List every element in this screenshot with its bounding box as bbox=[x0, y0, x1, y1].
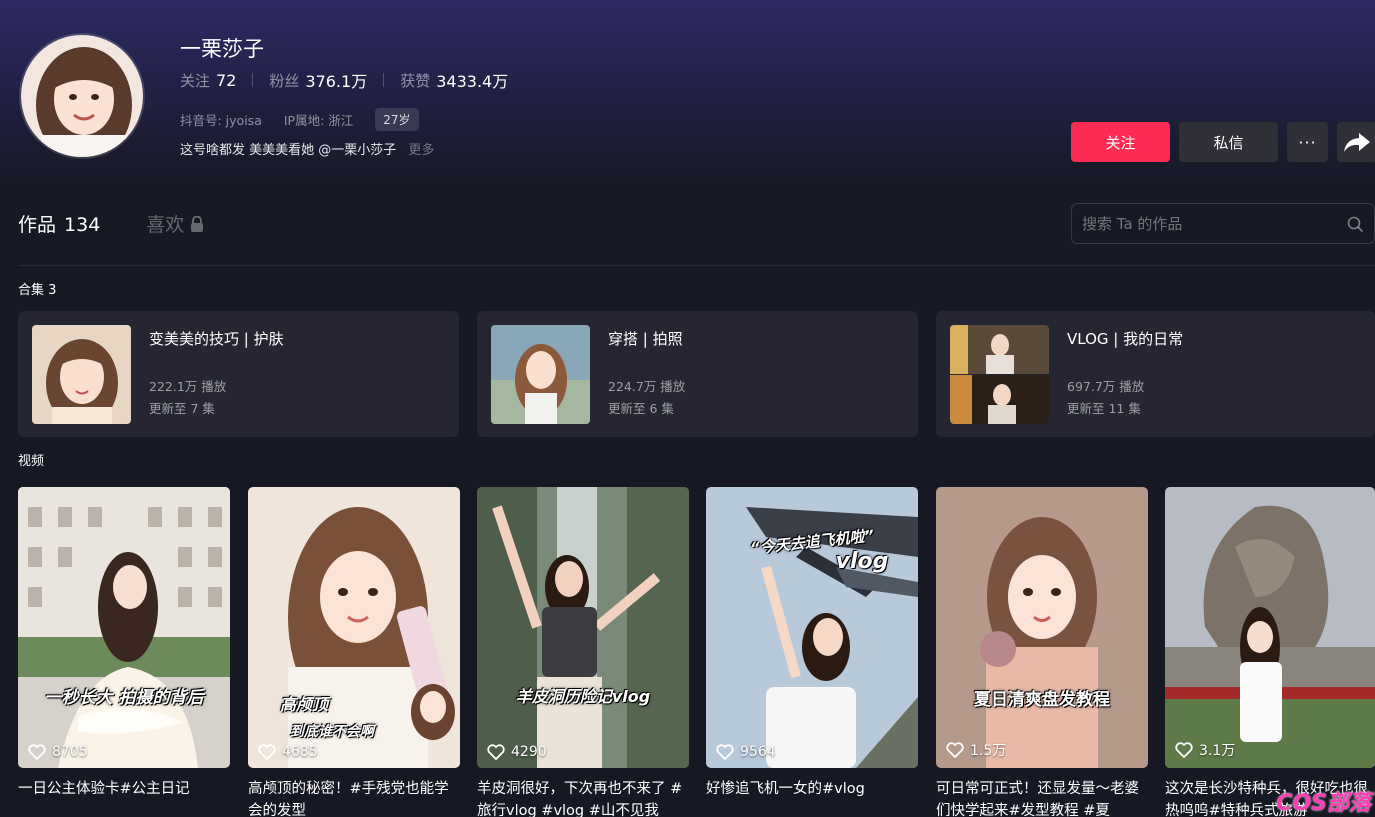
collection-card[interactable]: 变美美的技巧 | 护肤 222.1万 播放 更新至 7 集 bbox=[18, 311, 459, 437]
bio-more-link[interactable]: 更多 bbox=[408, 143, 434, 158]
profile-meta: 抖音号: jyoisa IP属地: 浙江 27岁 bbox=[180, 108, 441, 131]
collection-title: VLOG | 我的日常 bbox=[1067, 330, 1184, 348]
heart-icon bbox=[716, 744, 734, 760]
followers-label: 粉丝 bbox=[269, 71, 300, 90]
ip-location: IP属地: 浙江 bbox=[283, 113, 354, 128]
douyin-id: 抖音号: jyoisa bbox=[180, 113, 262, 128]
heart-icon bbox=[28, 744, 46, 760]
works-search[interactable] bbox=[1071, 203, 1375, 244]
profile-bio: 这号啥都发 美美美看她 @一栗小莎子 更多 bbox=[180, 139, 434, 158]
heart-icon bbox=[258, 744, 276, 760]
video-thumbnail: 3.1万 bbox=[1165, 487, 1375, 768]
video-card[interactable]: 高颅顶 到底谁不会啊 4685 高颅顶的秘密！#手残党也能学会的发型 bbox=[248, 487, 460, 817]
video-likes-count: 3.1万 bbox=[1199, 743, 1236, 759]
video-likes-count: 9564 bbox=[740, 744, 776, 760]
video-overlay-text: 羊皮洞历险记vlog bbox=[515, 687, 651, 706]
search-icon[interactable] bbox=[1347, 216, 1364, 233]
tab-works-count: 134 bbox=[64, 214, 101, 236]
video-overlay-subtext: vlog bbox=[835, 549, 889, 574]
video-caption[interactable]: 羊皮洞很好，下次再也不来了 #旅行vlog #vlog #山不见我 bbox=[477, 778, 689, 817]
message-button[interactable]: 私信 bbox=[1179, 122, 1278, 162]
video-overlay-text: 高颅顶 bbox=[279, 695, 328, 714]
video-card[interactable]: 羊皮洞历险记vlog 4290 羊皮洞很好，下次再也不来了 #旅行vlog #v… bbox=[477, 487, 689, 817]
following-count: 72 bbox=[216, 70, 237, 90]
collection-plays: 222.1万 播放 bbox=[149, 379, 227, 394]
heart-icon bbox=[946, 742, 964, 758]
video-likes: 4290 bbox=[487, 744, 547, 760]
followers-stat[interactable]: 粉丝 376.1万 bbox=[269, 68, 367, 92]
follow-button[interactable]: 关注 bbox=[1071, 122, 1170, 162]
lock-icon bbox=[191, 215, 204, 232]
video-card[interactable]: “今天去追飞机啦” vlog 9564 好惨追飞机一女的#vlog bbox=[706, 487, 918, 817]
tab-likes-label: 喜欢 bbox=[146, 214, 185, 236]
video-likes-count: 1.5万 bbox=[970, 743, 1007, 759]
share-icon bbox=[1344, 133, 1370, 152]
video-card[interactable]: 夏日清爽盘发教程 1.5万 可日常可正式！还显发量～老婆们快学起来#发型教程 #… bbox=[936, 487, 1148, 817]
collection-plays: 224.7万 播放 bbox=[608, 379, 686, 394]
stat-divider bbox=[383, 73, 385, 87]
more-options-button[interactable]: ··· bbox=[1287, 122, 1328, 162]
likes-label: 获赞 bbox=[400, 71, 431, 90]
collection-thumbnail bbox=[950, 325, 1049, 424]
following-stat[interactable]: 关注 72 bbox=[180, 70, 236, 91]
likes-count: 3433.4万 bbox=[436, 72, 509, 91]
video-overlay-text: 一秒长大 拍摄的背后 bbox=[44, 688, 204, 708]
tab-works[interactable]: 作品 134 bbox=[18, 210, 100, 237]
collection-thumbnail bbox=[491, 325, 590, 424]
video-caption[interactable]: 可日常可正式！还显发量～老婆们快学起来#发型教程 #夏 bbox=[936, 778, 1148, 817]
video-thumbnail: 夏日清爽盘发教程 1.5万 bbox=[936, 487, 1148, 768]
profile-tabs: 作品 134 喜欢 bbox=[18, 210, 204, 237]
profile-name: 一栗莎子 bbox=[180, 37, 264, 61]
watermark-logo: COS部落 bbox=[1276, 791, 1371, 816]
collections-heading: 合集 3 bbox=[18, 283, 57, 298]
tab-likes[interactable]: 喜欢 bbox=[146, 210, 204, 237]
video-overlay-subtext: 到底谁不会啊 bbox=[290, 724, 374, 740]
video-card[interactable]: 一秒长大 拍摄的背后 8705 一日公主体验卡#公主日记 bbox=[18, 487, 230, 817]
tab-works-label: 作品 bbox=[18, 214, 57, 236]
likes-stat: 获赞 3433.4万 bbox=[400, 68, 508, 92]
videos-heading: 视频 bbox=[18, 454, 45, 469]
video-caption[interactable]: 高颅顶的秘密！#手残党也能学会的发型 bbox=[248, 778, 460, 817]
video-likes: 8705 bbox=[28, 744, 88, 760]
profile-stats: 关注 72 粉丝 376.1万 获赞 3433.4万 bbox=[180, 68, 508, 92]
profile-header-background bbox=[0, 0, 1375, 190]
collection-updated: 更新至 6 集 bbox=[608, 401, 674, 416]
collection-card[interactable]: VLOG | 我的日常 697.7万 播放 更新至 11 集 bbox=[936, 311, 1375, 437]
share-button[interactable] bbox=[1337, 122, 1375, 162]
collection-thumbnail bbox=[32, 325, 131, 424]
collection-title: 穿搭 | 拍照 bbox=[608, 330, 683, 348]
video-caption[interactable]: 一日公主体验卡#公主日记 bbox=[18, 778, 230, 817]
video-likes: 3.1万 bbox=[1175, 740, 1235, 760]
heart-icon bbox=[487, 744, 505, 760]
stat-divider bbox=[252, 73, 254, 87]
video-likes-count: 8705 bbox=[52, 744, 88, 760]
collection-updated: 更新至 7 集 bbox=[149, 401, 215, 416]
video-likes-count: 4685 bbox=[282, 744, 318, 760]
section-divider bbox=[18, 265, 1375, 266]
collection-updated: 更新至 11 集 bbox=[1067, 401, 1141, 416]
video-likes: 9564 bbox=[716, 744, 776, 760]
age-badge: 27岁 bbox=[375, 108, 419, 131]
video-card[interactable]: 3.1万 这次是长沙特种兵，很好吃也很热呜呜#特种兵式旅游 bbox=[1165, 487, 1375, 817]
search-input[interactable] bbox=[1082, 214, 1332, 233]
video-likes-count: 4290 bbox=[511, 744, 547, 760]
following-label: 关注 bbox=[180, 71, 211, 90]
avatar[interactable] bbox=[19, 33, 145, 159]
collection-plays: 697.7万 播放 bbox=[1067, 379, 1145, 394]
video-thumbnail: “今天去追飞机啦” vlog 9564 bbox=[706, 487, 918, 768]
bio-text: 这号啥都发 美美美看她 @一栗小莎子 bbox=[180, 143, 397, 158]
video-overlay-text: 夏日清爽盘发教程 bbox=[974, 690, 1110, 710]
collection-title: 变美美的技巧 | 护肤 bbox=[149, 330, 284, 348]
video-thumbnail: 高颅顶 到底谁不会啊 4685 bbox=[248, 487, 460, 768]
video-likes: 1.5万 bbox=[946, 740, 1006, 760]
collection-card[interactable]: 穿搭 | 拍照 224.7万 播放 更新至 6 集 bbox=[477, 311, 918, 437]
video-caption[interactable]: 好惨追飞机一女的#vlog bbox=[706, 778, 918, 817]
video-likes: 4685 bbox=[258, 744, 318, 760]
video-thumbnail: 一秒长大 拍摄的背后 8705 bbox=[18, 487, 230, 768]
video-thumbnail: 羊皮洞历险记vlog 4290 bbox=[477, 487, 689, 768]
followers-count: 376.1万 bbox=[305, 72, 368, 91]
heart-icon bbox=[1175, 742, 1193, 758]
